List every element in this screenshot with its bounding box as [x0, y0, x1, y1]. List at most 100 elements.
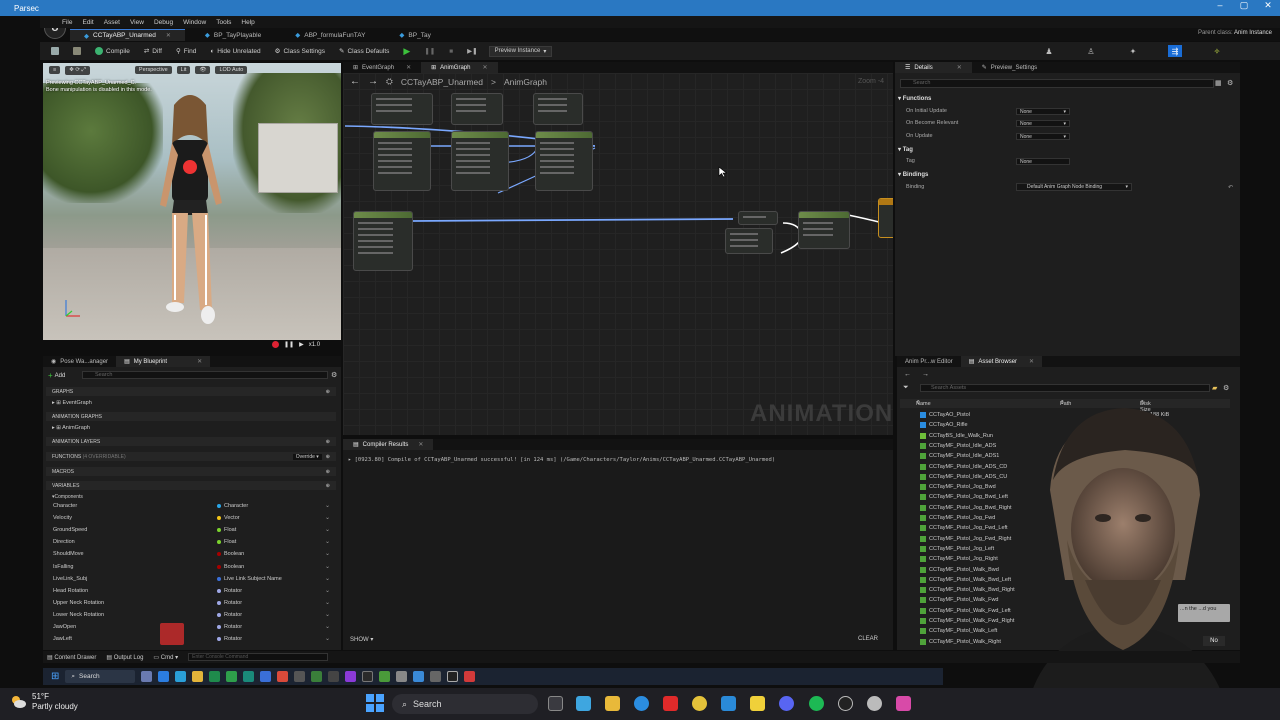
variable-name[interactable]: Head Rotation — [53, 588, 88, 594]
tab-compiler-results[interactable]: ▤ Compiler Results ✕ — [343, 439, 434, 450]
graph-node[interactable] — [451, 93, 503, 125]
unreal-icon[interactable] — [447, 671, 459, 682]
class-settings-button[interactable]: ⚙ Class Settings — [272, 45, 328, 57]
asset-row[interactable]: CCTayMF_Pistol_Walk_Fwd — [920, 597, 998, 603]
grid-view-icon[interactable]: ▦ — [1215, 79, 1222, 87]
close-tab-icon[interactable]: ✕ — [418, 441, 423, 448]
add-circle-icon[interactable]: ⊕ — [326, 454, 330, 460]
notification-icon[interactable] — [160, 623, 184, 645]
asset-row[interactable]: CCTayMF_Pistol_Jog_Fwd_Right — [920, 536, 1011, 542]
viewport-menu-button[interactable]: ≡ — [49, 66, 61, 74]
variable-type[interactable]: Rotator — [217, 636, 242, 642]
variable-name[interactable]: Character — [53, 503, 77, 509]
asset-row[interactable]: CCTayMF_Pistol_Jog_Left — [920, 546, 994, 552]
doc-tab-bp-tayplayable[interactable]: ◆ BP_TayPlayable — [191, 29, 275, 41]
tag-section[interactable]: ▾ Tag — [898, 146, 913, 153]
asset-row[interactable]: CCTayMF_Pistol_Jog_Bwd — [920, 484, 996, 490]
variable-name[interactable]: Direction — [53, 539, 75, 545]
back-arrow-icon[interactable]: ← — [350, 76, 360, 87]
chevron-down-icon[interactable]: ⌄ — [325, 635, 330, 642]
skeleton-mode-icon[interactable]: ♟ — [1042, 45, 1056, 57]
no-button[interactable]: No — [1203, 636, 1225, 646]
pause-icon[interactable]: ❚❚ — [284, 341, 294, 348]
menu-edit[interactable]: Edit — [82, 19, 93, 26]
anim-graphs-section[interactable]: ANIMATION GRAPHS — [46, 412, 336, 421]
tag-input[interactable]: None — [1016, 158, 1070, 165]
variable-name[interactable]: JawLeft — [53, 636, 72, 642]
close-tab-icon[interactable]: ✕ — [166, 32, 171, 39]
chevron-down-icon[interactable]: ⌄ — [325, 563, 330, 570]
graph-node[interactable] — [535, 131, 593, 191]
lit-button[interactable]: Lit — [176, 66, 191, 74]
asset-row[interactable]: CCTayMF_Pistol_Walk_Left — [920, 628, 997, 634]
add-circle-icon[interactable]: ⊕ — [326, 483, 330, 489]
close-tab-icon[interactable]: ✕ — [482, 64, 487, 71]
speed-label[interactable]: x1.0 — [309, 342, 320, 348]
menu-window[interactable]: Window — [183, 19, 206, 26]
app-icon[interactable] — [396, 671, 408, 682]
asset-row[interactable]: CCTayMF_Pistol_Jog_Right — [920, 556, 998, 562]
tab-eventgraph[interactable]: ⊞ EventGraph ✕ — [343, 62, 421, 73]
variable-type[interactable]: Rotator — [217, 588, 242, 594]
col-name[interactable]: Name ⇕ — [916, 400, 931, 407]
show-button[interactable]: SHOW ▾ — [350, 636, 373, 643]
close-button[interactable]: ✕ — [1256, 0, 1280, 11]
on-initial-update-select[interactable]: None ▾ — [1016, 108, 1070, 115]
asset-row[interactable]: CCTayMF_Pistol_Walk_Bwd_Left — [920, 577, 1011, 583]
forward-arrow-icon[interactable]: → — [922, 371, 929, 378]
variable-type[interactable]: Rotator — [217, 612, 242, 618]
breadcrumb-root[interactable]: CCTayABP_Unarmed — [401, 77, 483, 87]
asset-row[interactable]: CCTayMF_Pistol_Walk_Right — [920, 639, 1001, 645]
host-search-box[interactable]: ⌕ Search — [392, 694, 538, 714]
anim-graph-item[interactable]: ▸ ⊞ AnimGraph — [52, 425, 90, 431]
app-icon[interactable] — [867, 696, 882, 711]
tab-pose-watch-manager[interactable]: ◉ Pose Wa...anager — [43, 356, 116, 367]
asset-search-input[interactable]: Search Assets — [920, 384, 1210, 392]
variable-type[interactable]: Rotator — [217, 600, 242, 606]
remote-search-box[interactable]: ⌕ Search — [65, 670, 136, 683]
variable-type[interactable]: Character — [217, 503, 248, 509]
reset-arrow-icon[interactable]: ↶ — [1228, 184, 1233, 191]
tab-preview-settings[interactable]: ✎ Preview_Settings — [972, 62, 1047, 73]
app-icon[interactable] — [413, 671, 425, 682]
gear-icon[interactable]: ⚙ — [1227, 79, 1233, 87]
file-explorer-icon[interactable] — [605, 696, 620, 711]
pause-button[interactable]: ❚❚ — [421, 45, 438, 57]
play-button[interactable]: ▶ — [400, 44, 413, 59]
variable-name[interactable]: GroundSpeed — [53, 527, 87, 533]
app-icon[interactable] — [277, 671, 289, 682]
binding-select[interactable]: Default Anim Graph Node Binding ▾ — [1016, 183, 1132, 191]
app-icon[interactable] — [294, 671, 306, 682]
menu-help[interactable]: Help — [241, 19, 254, 26]
chevron-down-icon[interactable]: ⌄ — [325, 538, 330, 545]
windows-start-icon[interactable]: ⊞ — [51, 671, 59, 682]
spotify-icon[interactable] — [809, 696, 824, 711]
back-arrow-icon[interactable]: ← — [904, 371, 911, 378]
compile-button[interactable]: Compile — [92, 45, 133, 57]
close-tab-icon[interactable]: ✕ — [406, 64, 411, 71]
menu-file[interactable]: File — [62, 19, 72, 26]
graph-node[interactable] — [373, 131, 431, 191]
chevron-down-icon[interactable]: ⌄ — [325, 514, 330, 521]
gear-icon[interactable]: ⚙ — [331, 371, 337, 379]
tab-asset-browser[interactable]: ▤ Asset Browser ✕ — [960, 356, 1043, 367]
graph-node[interactable] — [451, 131, 509, 191]
chevron-down-icon[interactable]: ⌄ — [325, 611, 330, 618]
bindings-section[interactable]: ▾ Bindings — [898, 171, 928, 178]
asset-row[interactable]: CCTayAO_Pistol — [920, 412, 970, 418]
graph-node[interactable] — [533, 93, 583, 125]
maximize-button[interactable]: ▢ — [1232, 0, 1256, 11]
windows-start-icon[interactable] — [366, 694, 384, 712]
app-icon[interactable] — [141, 671, 153, 682]
chevron-down-icon[interactable]: ⌄ — [325, 502, 330, 509]
variable-type[interactable]: Boolean — [217, 564, 244, 570]
doc-tab-bp-tay[interactable]: ◆ BP_Tay — [385, 29, 444, 41]
discord-icon[interactable] — [779, 696, 794, 711]
blueprint-search-input[interactable]: Search — [82, 371, 328, 379]
add-circle-icon[interactable]: ⊕ — [326, 389, 330, 395]
event-graph-item[interactable]: ▸ ⊞ EventGraph — [52, 400, 92, 406]
variables-section[interactable]: VARIABLES ⊕ — [46, 481, 336, 490]
asset-row[interactable]: CCTayMF_Pistol_Idle_ADS1 — [920, 453, 999, 459]
filter-icon[interactable]: ⏷ — [903, 384, 909, 392]
add-circle-icon[interactable]: ⊕ — [326, 439, 330, 445]
